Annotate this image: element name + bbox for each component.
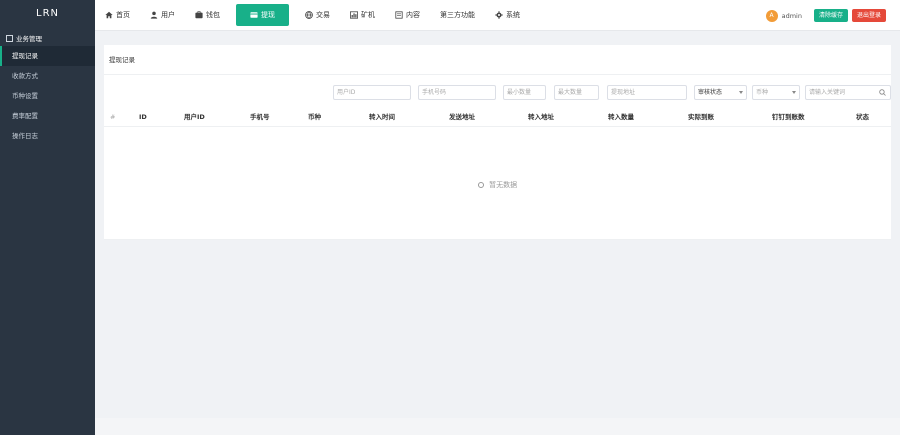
- footer-band: [95, 418, 900, 435]
- review-status-value: 审核状态: [698, 89, 723, 96]
- coin-select-value: 币种: [756, 89, 769, 96]
- chevron-down-icon: [739, 91, 743, 94]
- nav-wallet[interactable]: 钱包: [185, 0, 230, 31]
- col-id[interactable]: ID: [139, 107, 147, 127]
- main-nav: 首页 用户 钱包 提现 交易 矿机 内容 第三方功能 系统: [95, 0, 530, 31]
- sidebar-item-coin-settings[interactable]: 币种设置: [0, 86, 95, 106]
- home-icon: [105, 11, 113, 19]
- sidebar-item-withdraw-records[interactable]: 提现记录: [0, 46, 95, 66]
- nav-wallet-label: 钱包: [206, 11, 220, 19]
- menu-square-icon: [6, 34, 13, 42]
- sidebar-item-fee-config[interactable]: 费率配置: [0, 106, 95, 126]
- breadcrumb: 提现记录: [104, 45, 891, 75]
- coin-select[interactable]: 币种: [752, 85, 800, 100]
- avatar[interactable]: A: [765, 9, 778, 22]
- nav-withdraw[interactable]: 提现: [236, 4, 289, 26]
- divider: [104, 239, 891, 240]
- col-amount[interactable]: 转入数量: [608, 107, 634, 127]
- nav-content[interactable]: 内容: [385, 0, 430, 31]
- review-status-select[interactable]: 审核状态: [694, 85, 747, 100]
- username[interactable]: admin: [782, 12, 802, 20]
- withdraw-icon: [250, 12, 258, 18]
- info-icon: [477, 182, 484, 188]
- table-header: # ID 用户ID 手机号 币种 转入时间 发送地址 转入地址 转入数量 实际到…: [104, 107, 891, 127]
- sidebar: LRN 业务管理 提现记录 收款方式 币种设置 费率配置 操作日志: [0, 0, 95, 435]
- col-transfer-time[interactable]: 转入时间: [369, 107, 395, 127]
- globe-icon: [305, 11, 313, 19]
- col-receive-address[interactable]: 转入地址: [528, 107, 554, 127]
- col-user-id[interactable]: 用户ID: [184, 107, 205, 127]
- nav-trade[interactable]: 交易: [295, 0, 340, 31]
- col-actual-received[interactable]: 实际到账: [688, 107, 714, 127]
- sidebar-group-label: 业务管理: [16, 35, 42, 43]
- nav-trade-label: 交易: [316, 11, 330, 19]
- nav-third-party[interactable]: 第三方功能: [430, 0, 485, 31]
- nav-withdraw-label: 提现: [261, 11, 275, 19]
- col-ding-received[interactable]: 钉钉到账数: [772, 107, 805, 127]
- nav-miner[interactable]: 矿机: [340, 0, 385, 31]
- user-icon: [150, 11, 158, 19]
- empty-state: 暂无数据: [104, 180, 891, 190]
- address-input[interactable]: 提现地址: [607, 85, 687, 100]
- nav-user[interactable]: 用户: [140, 0, 185, 31]
- sidebar-group-business[interactable]: 业务管理: [0, 30, 95, 46]
- col-checkbox[interactable]: #: [110, 107, 115, 127]
- nav-user-label: 用户: [161, 11, 175, 19]
- empty-text: 暂无数据: [489, 181, 518, 189]
- min-amount-input[interactable]: 最小数量: [503, 85, 546, 100]
- user-id-input[interactable]: 用户ID: [333, 85, 411, 100]
- top-navbar: 首页 用户 钱包 提现 交易 矿机 内容 第三方功能 系统 A admin 清除…: [95, 0, 900, 31]
- gear-icon: [495, 11, 503, 19]
- phone-input[interactable]: 手机号码: [418, 85, 496, 100]
- brand-logo: LRN: [36, 8, 59, 19]
- col-coin[interactable]: 币种: [308, 107, 321, 127]
- nav-third-party-label: 第三方功能: [440, 11, 475, 19]
- nav-content-label: 内容: [406, 11, 420, 19]
- top-right-area: A admin 清除缓存 退出登录: [765, 0, 886, 31]
- sidebar-item-payment-methods[interactable]: 收款方式: [0, 66, 95, 86]
- chevron-down-icon: [792, 91, 796, 94]
- nav-home[interactable]: 首页: [95, 0, 140, 31]
- search-placeholder: 请输入关键词: [809, 89, 846, 96]
- col-send-address[interactable]: 发送地址: [449, 107, 475, 127]
- chart-icon: [350, 11, 358, 19]
- clear-cache-button[interactable]: 清除缓存: [813, 9, 848, 22]
- col-phone[interactable]: 手机号: [250, 107, 270, 127]
- filter-bar: 用户ID 手机号码 最小数量 最大数量 提现地址 审核状态 币种 请输入关键词: [104, 85, 891, 101]
- sidebar-item-operation-log[interactable]: 操作日志: [0, 126, 95, 146]
- book-icon: [395, 11, 403, 19]
- wallet-icon: [195, 11, 203, 19]
- nav-home-label: 首页: [116, 11, 130, 19]
- search-input[interactable]: 请输入关键词: [805, 85, 891, 100]
- content-panel: 提现记录 用户ID 手机号码 最小数量 最大数量 提现地址 审核状态 币种 请输…: [104, 45, 891, 240]
- search-icon[interactable]: [879, 89, 886, 96]
- col-status[interactable]: 状态: [856, 107, 869, 127]
- logout-button[interactable]: 退出登录: [851, 9, 886, 22]
- nav-system-label: 系统: [506, 11, 520, 19]
- max-amount-input[interactable]: 最大数量: [554, 85, 599, 100]
- nav-miner-label: 矿机: [361, 11, 375, 19]
- nav-system[interactable]: 系统: [485, 0, 530, 31]
